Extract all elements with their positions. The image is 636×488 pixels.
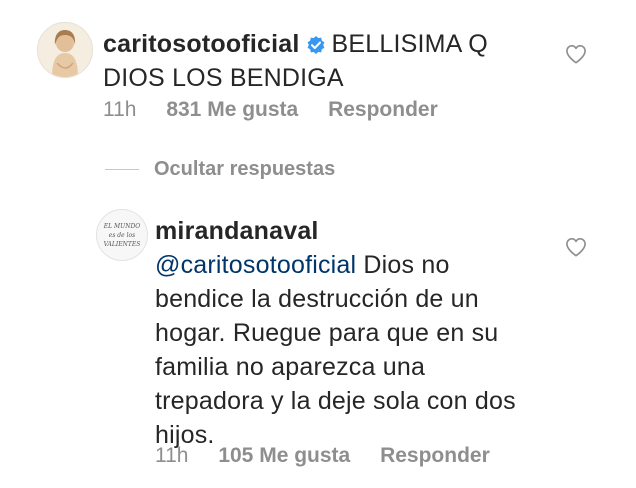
reply-time[interactable]: 11h (155, 444, 188, 467)
comment-text: caritosotooficial BELLISIMA Q DIOS LOS B… (103, 27, 603, 95)
comment-text-line2: DIOS LOS BENDIGA (103, 64, 344, 92)
reply-text-line5: trepadora y la deje sola con dos (155, 387, 516, 415)
like-heart-icon[interactable] (565, 44, 587, 64)
comment-time[interactable]: 11h (103, 98, 136, 121)
comment-text-line1: BELLISIMA Q (331, 30, 488, 58)
reply-mention[interactable]: @caritosotooficial (155, 251, 356, 279)
svg-text:es de los: es de los (109, 232, 135, 239)
reply-text-line2: bendice la destrucción de un (155, 285, 479, 313)
reply-text: mirandanaval @caritosotooficial Dios no … (155, 214, 615, 452)
reply-text-line4: familia no aparezca una (155, 353, 426, 381)
reply-text-line1: Dios no (356, 251, 450, 279)
hide-replies-label: Ocultar respuestas (154, 158, 336, 180)
comment-meta: 11h 831 Me gusta Responder (103, 98, 462, 122)
reply-text-line3: hogar. Ruegue para que en su (155, 319, 499, 347)
comment-likes-count[interactable]: 831 Me gusta (166, 98, 298, 121)
reply-button[interactable]: Responder (328, 98, 438, 121)
avatar-caritosotooficial[interactable] (37, 22, 93, 78)
profile-photo-icon (38, 23, 92, 77)
comment-username[interactable]: caritosotooficial (103, 30, 300, 58)
hide-replies-button[interactable]: Ocultar respuestas (105, 158, 335, 181)
like-heart-icon[interactable] (565, 237, 587, 257)
reply-reply-button[interactable]: Responder (380, 444, 490, 467)
reply-username[interactable]: mirandanaval (155, 217, 319, 245)
divider-line (105, 169, 139, 171)
verified-badge-icon (307, 36, 324, 54)
svg-text:VALIENTES: VALIENTES (104, 241, 141, 248)
profile-photo-icon: EL MUNDO es de los VALIENTES (97, 210, 147, 260)
svg-text:EL MUNDO: EL MUNDO (103, 223, 141, 230)
reply-likes-count[interactable]: 105 Me gusta (218, 444, 350, 467)
avatar-mirandanaval[interactable]: EL MUNDO es de los VALIENTES (96, 209, 148, 261)
reply-meta: 11h 105 Me gusta Responder (155, 444, 514, 468)
